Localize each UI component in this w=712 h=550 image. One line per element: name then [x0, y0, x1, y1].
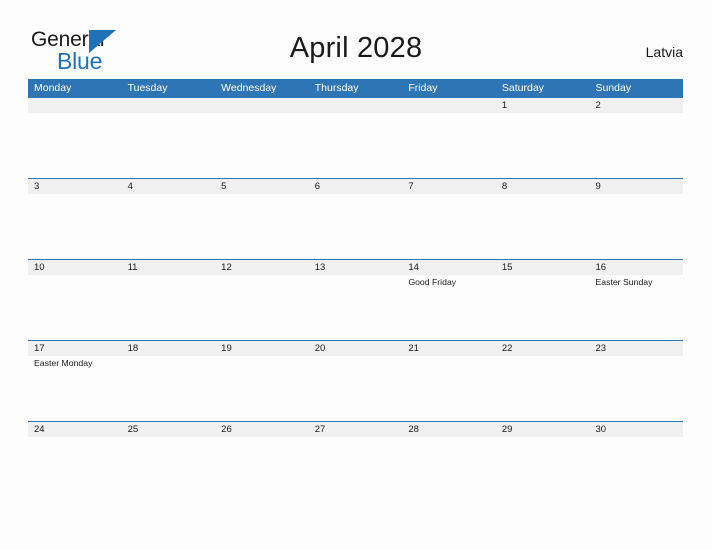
- calendar-day-cell[interactable]: 25: [122, 422, 216, 502]
- day-number: 21: [408, 343, 419, 354]
- calendar-day-cell[interactable]: [402, 98, 496, 178]
- calendar-day-cell[interactable]: 12: [215, 260, 309, 340]
- day-number: 27: [314, 424, 326, 435]
- calendar-day-cell[interactable]: 15: [496, 260, 590, 340]
- day-number: 9: [595, 181, 601, 192]
- day-number: 19: [221, 343, 232, 354]
- calendar-day-cell[interactable]: 9: [589, 179, 683, 259]
- calendar-day-cell[interactable]: [309, 98, 403, 178]
- calendar-day-cell[interactable]: 8: [496, 179, 590, 259]
- weekday-header-sunday: Sunday: [595, 82, 632, 94]
- day-number: 4: [127, 181, 133, 192]
- calendar-week-row: 1 2: [28, 97, 683, 178]
- day-number: 18: [127, 343, 139, 354]
- day-number: 30: [595, 424, 607, 435]
- calendar-day-cell[interactable]: 5: [215, 179, 309, 259]
- day-number: 23: [595, 343, 607, 354]
- day-number: 24: [34, 424, 45, 435]
- calendar-day-cell[interactable]: 16 Easter Sunday: [589, 260, 683, 340]
- page-title: April 2028: [289, 32, 423, 64]
- calendar-day-cell[interactable]: 4: [122, 179, 216, 259]
- day-number: 28: [408, 424, 419, 435]
- day-number: 6: [314, 181, 321, 192]
- calendar-day-cell[interactable]: 1: [496, 98, 590, 178]
- day-number: 17: [34, 343, 45, 354]
- day-number: 8: [501, 181, 508, 192]
- calendar-week-row: 10 11 12 13 14 Good Friday 15 16 Easter …: [28, 259, 683, 340]
- calendar-week-row: 17 Easter Monday 18 19 20 21 22 23: [28, 340, 683, 421]
- day-number: 20: [314, 343, 326, 354]
- calendar-day-cell[interactable]: 7: [402, 179, 496, 259]
- calendar-day-cell[interactable]: 14 Good Friday: [402, 260, 496, 340]
- day-number: 29: [501, 424, 513, 435]
- calendar-day-cell[interactable]: 11: [122, 260, 216, 340]
- calendar-day-cell[interactable]: 20: [309, 341, 403, 421]
- weekday-header-friday: Friday: [408, 82, 438, 94]
- day-event: Easter Monday: [34, 358, 93, 368]
- calendar-day-cell[interactable]: 30: [589, 422, 683, 502]
- day-number: 15: [501, 262, 513, 273]
- weekday-header-wednesday: Wednesday: [221, 82, 277, 94]
- calendar-day-cell[interactable]: 22: [496, 341, 590, 421]
- day-number: 3: [34, 181, 40, 192]
- day-number: 13: [314, 262, 326, 273]
- day-number: 2: [595, 100, 601, 111]
- calendar-day-cell[interactable]: [215, 98, 309, 178]
- calendar-day-cell[interactable]: [122, 98, 216, 178]
- calendar-day-cell[interactable]: 17 Easter Monday: [28, 341, 122, 421]
- page-header: General Blue April 2028 Latvia: [0, 0, 712, 78]
- day-number: 26: [221, 424, 232, 435]
- day-number: 5: [221, 181, 227, 192]
- day-number: 14: [408, 262, 419, 273]
- day-event: Good Friday: [408, 277, 457, 287]
- country-label: Latvia: [645, 44, 683, 60]
- calendar-day-cell[interactable]: 21: [402, 341, 496, 421]
- calendar-day-cell[interactable]: 27: [309, 422, 403, 502]
- day-number: 11: [127, 262, 138, 273]
- calendar-day-cell[interactable]: 6: [309, 179, 403, 259]
- day-number: 7: [408, 181, 414, 192]
- weekday-header-tuesday: Tuesday: [127, 82, 168, 94]
- day-number: 16: [595, 262, 607, 273]
- day-number: 10: [34, 262, 45, 273]
- weekday-header-thursday: Thursday: [314, 82, 359, 94]
- calendar-day-cell[interactable]: 13: [309, 260, 403, 340]
- calendar-week-row: 3 4 5 6 7 8 9: [28, 178, 683, 259]
- weekday-header-monday: Monday: [34, 82, 72, 94]
- calendar-day-cell[interactable]: 19: [215, 341, 309, 421]
- calendar-day-cell[interactable]: 28: [402, 422, 496, 502]
- calendar-page: General Blue April 2028 Latvia Monday Tu…: [0, 0, 712, 550]
- calendar-day-cell[interactable]: 29: [496, 422, 590, 502]
- calendar-day-cell[interactable]: 3: [28, 179, 122, 259]
- day-number: 1: [501, 100, 508, 111]
- day-event: Easter Sunday: [595, 277, 653, 287]
- weekday-header-saturday: Saturday: [501, 82, 544, 94]
- calendar-day-cell[interactable]: 24: [28, 422, 122, 502]
- calendar-grid: Monday Tuesday Wednesday Thursday Friday…: [28, 79, 683, 502]
- calendar-day-cell[interactable]: 26: [215, 422, 309, 502]
- day-number: 22: [501, 343, 513, 354]
- day-number: 12: [221, 262, 232, 273]
- calendar-day-cell[interactable]: 23: [589, 341, 683, 421]
- day-number: 25: [127, 424, 139, 435]
- calendar-day-cell[interactable]: [28, 98, 122, 178]
- calendar-day-cell[interactable]: 18: [122, 341, 216, 421]
- calendar-day-cell[interactable]: 2: [589, 98, 683, 178]
- weekday-header-row: Monday Tuesday Wednesday Thursday Friday…: [28, 79, 683, 97]
- calendar-week-row: 24 25 26 27 28 29 30: [28, 421, 683, 502]
- calendar-day-cell[interactable]: 10: [28, 260, 122, 340]
